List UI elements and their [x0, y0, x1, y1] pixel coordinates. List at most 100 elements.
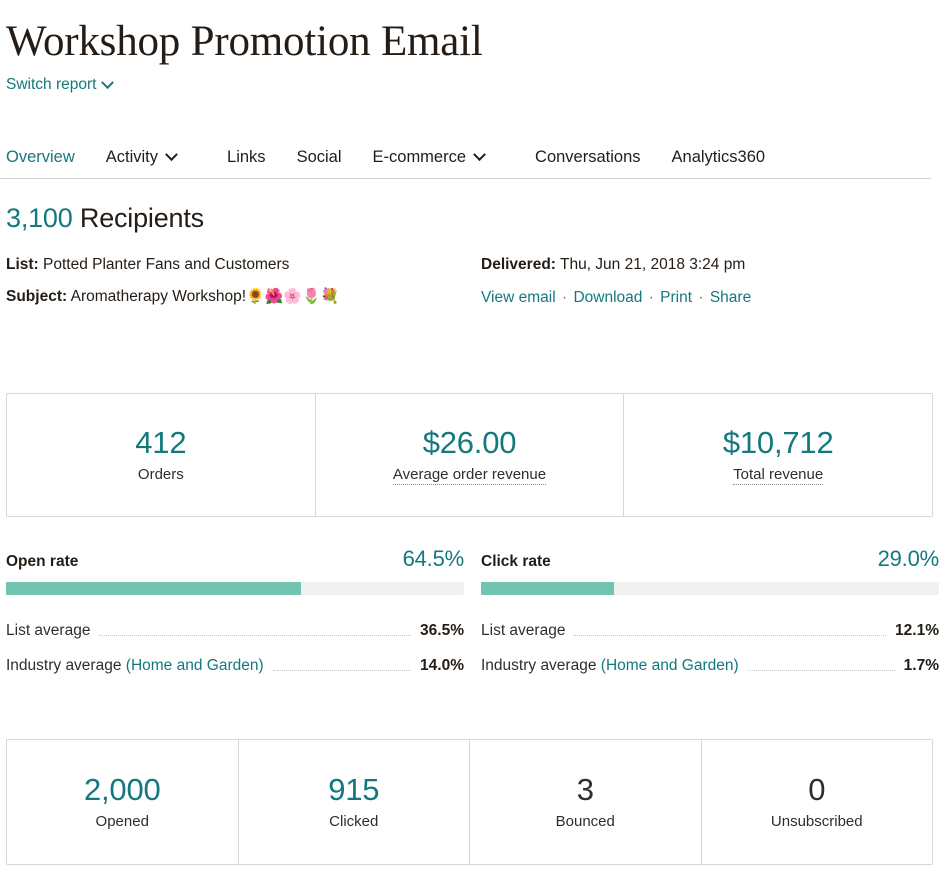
stat-label: Bounced — [556, 813, 615, 830]
stat-cell-clicked: 915 Clicked — [239, 740, 471, 864]
industry-average-text: Industry average — [6, 657, 121, 674]
tab-overview[interactable]: Overview — [6, 148, 75, 167]
action-link-view-email[interactable]: View email — [481, 289, 556, 306]
tab-analytics360[interactable]: Analytics360 — [672, 148, 766, 167]
tab-label: Overview — [6, 148, 75, 167]
recipients-summary: 3,100 Recipients — [6, 203, 939, 234]
campaign-meta-left: List: Potted Planter Fans and Customers … — [6, 257, 339, 320]
switch-report-button[interactable]: Switch report — [0, 66, 112, 94]
stat-label: Clicked — [329, 813, 378, 830]
subject-value: Aromatherapy Workshop! — [71, 288, 246, 305]
recipients-label: Recipients — [80, 203, 204, 233]
action-link-print[interactable]: Print — [660, 289, 692, 306]
stat-value: 3 — [577, 774, 594, 807]
delivered-value: Thu, Jun 21, 2018 3:24 pm — [560, 256, 745, 273]
tab-activity[interactable]: Activity — [106, 148, 176, 167]
chevron-down-icon — [165, 148, 178, 161]
report-page: Workshop Promotion Email Switch report O… — [0, 0, 939, 877]
stat-cell-unsubscribed: 0 Unsubscribed — [702, 740, 933, 864]
stat-value[interactable]: 2,000 — [84, 774, 161, 807]
stat-cell-total-revenue: $10,712 Total revenue — [624, 394, 932, 516]
leader-dots — [273, 670, 411, 671]
page-title: Workshop Promotion Email — [0, 0, 939, 66]
rates-section: Open rate 64.5% List average 36.5% Industry … — [0, 546, 939, 675]
campaign-action-links: View email · Download · Print · Share — [481, 289, 751, 307]
stat-value[interactable]: $10,712 — [723, 427, 834, 460]
stat-value[interactable]: 915 — [328, 774, 379, 807]
industry-average-row: Industry average (Home and Garden) 1.7% — [481, 657, 939, 675]
action-link-share[interactable]: Share — [710, 289, 751, 306]
stat-value: 0 — [808, 774, 825, 807]
delivered-row: Delivered: Thu, Jun 21, 2018 3:24 pm — [481, 257, 751, 273]
stat-cell-orders: 412 Orders — [7, 394, 316, 516]
list-average-row: List average 36.5% — [6, 622, 464, 640]
tab-label: Social — [297, 148, 342, 167]
stat-label[interactable]: Total revenue — [733, 466, 823, 485]
avg-value: 36.5% — [420, 622, 464, 640]
rate-column-click-rate: Click rate 29.0% List average 12.1% Industry… — [481, 546, 939, 675]
tab-label: Analytics360 — [672, 148, 766, 167]
ecommerce-stats-card: 412 Orders $26.00 Average order revenue $10,… — [6, 393, 933, 517]
link-separator: · — [556, 289, 574, 306]
rate-progress-bar[interactable] — [481, 582, 939, 595]
stat-cell-average-order-revenue: $26.00 Average order revenue — [316, 394, 625, 516]
subject-label: Subject: — [6, 288, 67, 305]
list-average-text: List average — [481, 622, 565, 639]
tab-label: Conversations — [535, 148, 640, 167]
tab-label: Activity — [106, 148, 158, 167]
tab-label: E-commerce — [373, 148, 467, 167]
tab-conversations[interactable]: Conversations — [535, 148, 640, 167]
tab-links[interactable]: Links — [227, 148, 266, 167]
campaign-meta: List: Potted Planter Fans and Customers … — [0, 257, 939, 319]
stat-cell-bounced: 3 Bounced — [470, 740, 702, 864]
stat-label: Orders — [138, 466, 184, 483]
rate-progress-bar[interactable] — [6, 582, 464, 595]
rate-value: 29.0% — [878, 546, 939, 572]
industry-link[interactable]: (Home and Garden) — [601, 657, 739, 674]
list-average-row: List average 12.1% — [481, 622, 939, 640]
avg-label: Industry average (Home and Garden) — [6, 657, 264, 675]
engagement-stats-card: 2,000 Opened 915 Clicked 3 Bounced 0 Unsubscrib… — [6, 739, 933, 865]
rate-name: Click rate — [481, 553, 551, 571]
rate-progress-fill — [481, 582, 614, 595]
tab-e-commerce[interactable]: E-commerce — [373, 148, 485, 167]
recipients-count[interactable]: 3,100 — [6, 203, 73, 233]
avg-value: 12.1% — [895, 622, 939, 640]
rate-column-open-rate: Open rate 64.5% List average 36.5% Industry … — [6, 546, 464, 675]
action-link-download[interactable]: Download — [573, 289, 642, 306]
leader-dots — [99, 635, 411, 636]
stat-value[interactable]: 412 — [135, 427, 186, 460]
industry-average-text: Industry average — [481, 657, 596, 674]
industry-average-row: Industry average (Home and Garden) 14.0% — [6, 657, 464, 675]
industry-link[interactable]: (Home and Garden) — [126, 657, 264, 674]
stat-cell-opened: 2,000 Opened — [7, 740, 239, 864]
rate-header: Open rate 64.5% — [6, 546, 464, 572]
stat-label[interactable]: Average order revenue — [393, 466, 546, 485]
link-separator: · — [692, 289, 710, 306]
tab-social[interactable]: Social — [297, 148, 342, 167]
stat-label: Unsubscribed — [771, 813, 863, 830]
list-value: Potted Planter Fans and Customers — [43, 256, 289, 273]
campaign-meta-right: Delivered: Thu, Jun 21, 2018 3:24 pm Vie… — [481, 257, 751, 307]
subject-emoji: 🌻🌺🌸🌷💐 — [246, 288, 339, 305]
subject-row: Subject: Aromatherapy Workshop!🌻🌺🌸🌷💐 — [6, 289, 339, 305]
stat-value[interactable]: $26.00 — [423, 427, 517, 460]
report-nav-tabs: Overview Activity Links Social E-commerce Con… — [0, 148, 931, 179]
avg-value: 14.0% — [420, 657, 464, 675]
rate-value: 64.5% — [403, 546, 464, 572]
list-average-text: List average — [6, 622, 90, 639]
rate-progress-fill — [6, 582, 301, 595]
stat-label: Opened — [96, 813, 149, 830]
chevron-down-icon — [102, 76, 115, 89]
rate-name: Open rate — [6, 553, 78, 571]
switch-report-label: Switch report — [6, 76, 96, 94]
list-label: List: — [6, 256, 39, 273]
list-row: List: Potted Planter Fans and Customers — [6, 257, 339, 273]
avg-label: Industry average (Home and Garden) — [481, 657, 739, 675]
rate-header: Click rate 29.0% — [481, 546, 939, 572]
leader-dots — [574, 635, 886, 636]
avg-value: 1.7% — [904, 657, 939, 675]
delivered-label: Delivered: — [481, 256, 556, 273]
leader-dots — [748, 670, 895, 671]
tab-label: Links — [227, 148, 266, 167]
